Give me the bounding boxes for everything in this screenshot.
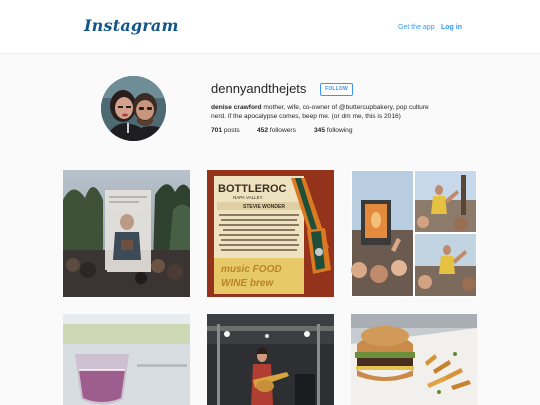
log-in-link[interactable]: Log in — [441, 24, 462, 31]
post-photo-5 — [207, 314, 334, 405]
post-photo-6 — [351, 314, 477, 405]
post-photo-1 — [63, 170, 190, 297]
post-tile-3[interactable] — [351, 170, 477, 297]
poster-subtitle: NAPA VALLEY — [233, 195, 263, 200]
follow-button[interactable]: FOLLOW — [320, 83, 353, 96]
poster-footer-2: WINE brew — [221, 278, 274, 289]
top-navigation-bar: Instagram Get the app Log in — [0, 0, 540, 54]
followers-label: followers — [269, 127, 296, 134]
poster-headliner: STEVIE WONDER — [243, 204, 285, 210]
following-label: following — [326, 127, 353, 134]
poster-title: BOTTLEROC — [218, 183, 286, 195]
post-tile-4[interactable] — [63, 314, 190, 405]
instagram-logo[interactable]: Instagram — [84, 16, 179, 35]
followers-count: 452 — [257, 127, 269, 134]
post-tile-5[interactable] — [207, 314, 334, 405]
profile-username: dennyandthejets — [211, 81, 307, 96]
posts-stat: 701 posts — [211, 127, 240, 134]
followers-stat[interactable]: 452 followers — [257, 127, 296, 134]
poster-footer-1: music FOOD — [221, 264, 282, 275]
following-count: 345 — [314, 127, 326, 134]
post-tile-1[interactable] — [63, 170, 190, 297]
profile-full-name: denise crawford — [211, 104, 262, 111]
post-photo-3 — [351, 170, 477, 297]
post-photo-2: BOTTLEROC NAPA VALLEY STEVIE WONDER musi… — [207, 170, 334, 297]
profile-bio: denise crawford mother, wife, co-owner o… — [211, 103, 433, 121]
posts-count: 701 — [211, 127, 223, 134]
profile-avatar[interactable] — [101, 76, 166, 141]
posts-label: posts — [223, 127, 240, 134]
following-stat[interactable]: 345 following — [314, 127, 353, 134]
get-the-app-link[interactable]: Get the app — [398, 24, 435, 31]
post-tile-6[interactable] — [351, 314, 477, 405]
post-photo-4 — [63, 314, 190, 405]
post-tile-2[interactable]: BOTTLEROC NAPA VALLEY STEVIE WONDER musi… — [207, 170, 334, 297]
avatar-photo — [101, 76, 166, 141]
